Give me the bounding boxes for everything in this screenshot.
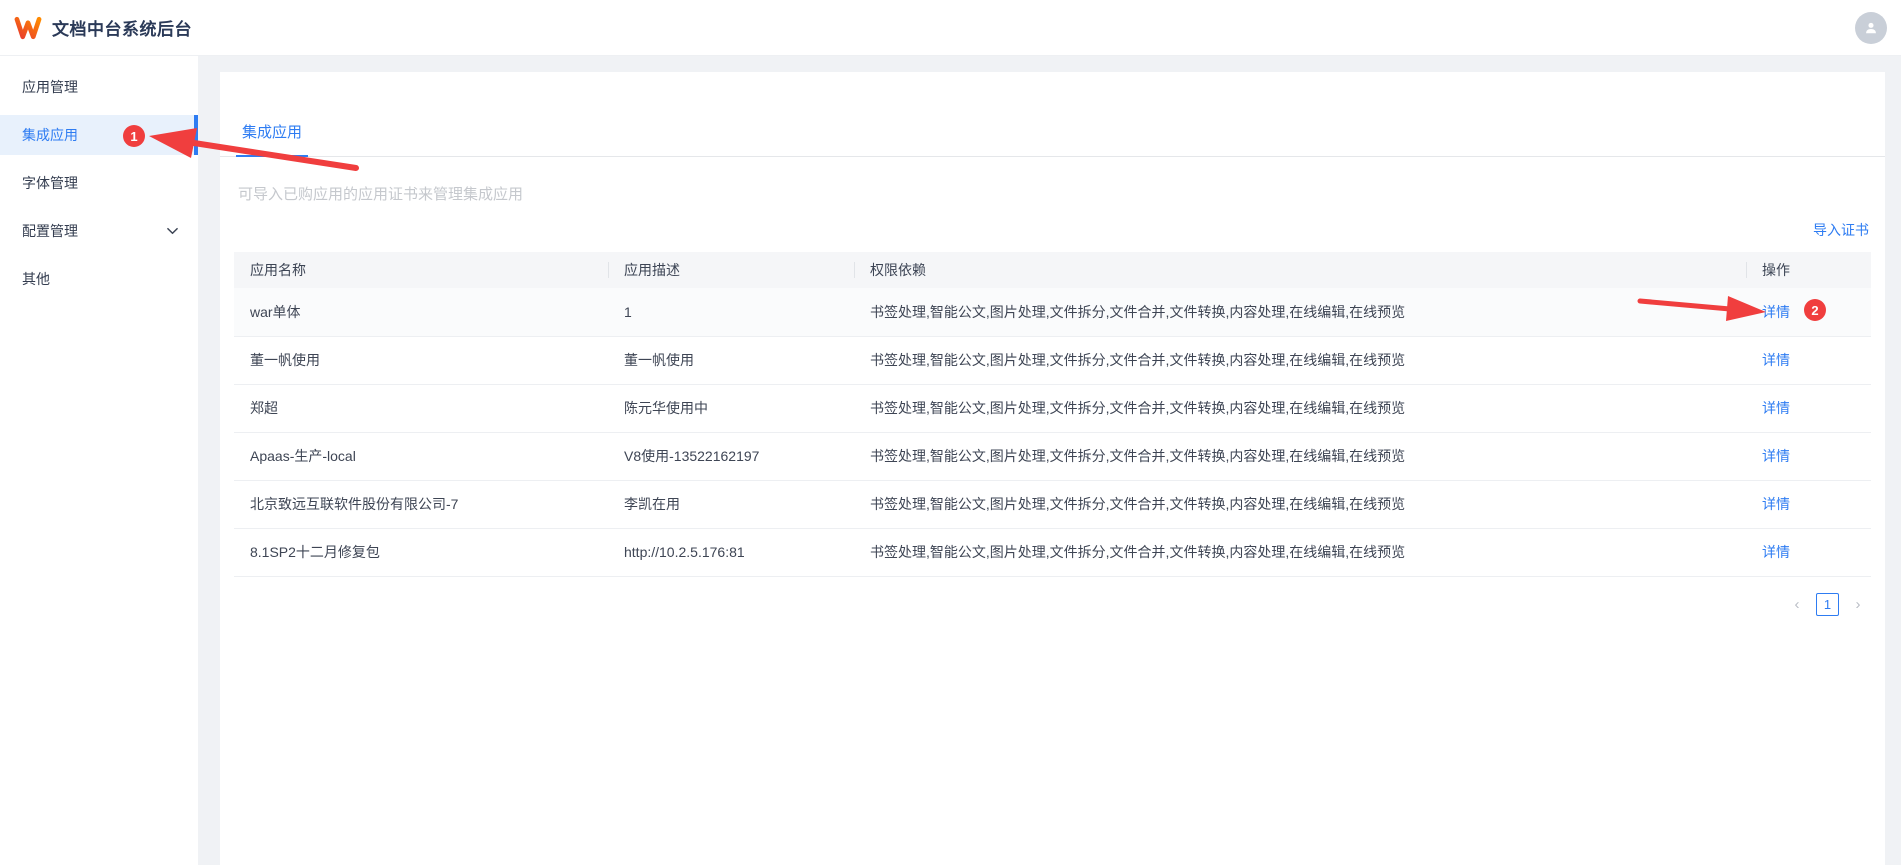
permissions-cell: 书签处理,智能公文,图片处理,文件拆分,文件合并,文件转换,内容处理,在线编辑,…	[854, 336, 1746, 384]
detail-link[interactable]: 详情	[1762, 352, 1790, 368]
permissions-cell: 书签处理,智能公文,图片处理,文件拆分,文件合并,文件转换,内容处理,在线编辑,…	[854, 384, 1746, 432]
column-header-app-name: 应用名称	[234, 252, 608, 288]
prev-page-button[interactable]: ‹	[1786, 593, 1808, 615]
sidebar-item-label: 集成应用	[22, 125, 78, 145]
page-1-button[interactable]: 1	[1816, 593, 1839, 616]
annotation-step-2-badge: 2	[1804, 299, 1826, 321]
w-brand-logo-icon	[14, 14, 42, 42]
import-cert-link[interactable]: 导入证书	[1813, 222, 1869, 238]
detail-link[interactable]: 详情	[1762, 400, 1790, 416]
sidebar-item-4[interactable]: 其他	[0, 259, 198, 299]
sidebar-item-1[interactable]: 集成应用	[0, 115, 198, 155]
sidebar-item-2[interactable]: 字体管理	[0, 163, 198, 203]
app-description-cell: 1	[608, 288, 854, 336]
page-description: 可导入已购应用的应用证书来管理集成应用	[238, 183, 1869, 204]
annotation-step-1-badge: 1	[123, 125, 145, 147]
next-page-button[interactable]: ›	[1847, 593, 1869, 615]
permissions-cell: 书签处理,智能公文,图片处理,文件拆分,文件合并,文件转换,内容处理,在线编辑,…	[854, 432, 1746, 480]
column-header-app-description: 应用描述	[608, 252, 854, 288]
app-title: 文档中台系统后台	[52, 15, 192, 40]
sidebar-item-0[interactable]: 应用管理	[0, 67, 198, 107]
app-name-cell: 董一帆使用	[234, 336, 608, 384]
sidebar: 应用管理 集成应用 字体管理 配置管理 其他	[0, 56, 198, 865]
sidebar-item-label: 字体管理	[22, 173, 78, 193]
detail-link[interactable]: 详情	[1762, 496, 1790, 512]
app-name-cell: Apaas-生产-local	[234, 432, 608, 480]
app-description-cell: 李凯在用	[608, 480, 854, 528]
user-icon	[1862, 19, 1880, 37]
content-panel: 集成应用 可导入已购应用的应用证书来管理集成应用 导入证书 应用名称 应用描述 …	[220, 72, 1885, 865]
sidebar-item-label: 其他	[22, 269, 50, 289]
app-description-cell: http://10.2.5.176:81	[608, 528, 854, 576]
table-row: 郑超 陈元华使用中 书签处理,智能公文,图片处理,文件拆分,文件合并,文件转换,…	[234, 384, 1871, 432]
table-header-row: 应用名称 应用描述 权限依赖 操作	[234, 252, 1871, 288]
tab-integrated-apps[interactable]: 集成应用	[236, 121, 308, 156]
sidebar-item-label: 应用管理	[22, 77, 78, 97]
table-row: 北京致远互联软件股份有限公司-7 李凯在用 书签处理,智能公文,图片处理,文件拆…	[234, 480, 1871, 528]
main-area: 集成应用 可导入已购应用的应用证书来管理集成应用 导入证书 应用名称 应用描述 …	[198, 56, 1901, 865]
tab-bar: 集成应用	[220, 72, 1885, 157]
app-description-cell: 董一帆使用	[608, 336, 854, 384]
app-root: 文档中台系统后台 应用管理 集成应用 字体管理 配置管理	[0, 0, 1901, 865]
app-name-cell: 8.1SP2十二月修复包	[234, 528, 608, 576]
permissions-cell: 书签处理,智能公文,图片处理,文件拆分,文件合并,文件转换,内容处理,在线编辑,…	[854, 288, 1746, 336]
table-row: war单体 1 书签处理,智能公文,图片处理,文件拆分,文件合并,文件转换,内容…	[234, 288, 1871, 336]
table-row: Apaas-生产-local V8使用-13522162197 书签处理,智能公…	[234, 432, 1871, 480]
app-description-cell: 陈元华使用中	[608, 384, 854, 432]
detail-link[interactable]: 详情	[1762, 304, 1790, 320]
pagination: ‹ 1 ›	[220, 593, 1869, 616]
column-header-permissions: 权限依赖	[854, 252, 1746, 288]
app-name-cell: 郑超	[234, 384, 608, 432]
app-description-cell: V8使用-13522162197	[608, 432, 854, 480]
user-avatar[interactable]	[1855, 12, 1887, 44]
detail-link[interactable]: 详情	[1762, 448, 1790, 464]
detail-link[interactable]: 详情	[1762, 544, 1790, 560]
sidebar-item-3[interactable]: 配置管理	[0, 211, 198, 251]
apps-table: 应用名称 应用描述 权限依赖 操作 war单体 1 书签处理,智能公文,图片处理…	[234, 252, 1871, 577]
permissions-cell: 书签处理,智能公文,图片处理,文件拆分,文件合并,文件转换,内容处理,在线编辑,…	[854, 528, 1746, 576]
toolbar: 导入证书	[220, 220, 1869, 240]
sidebar-item-label: 配置管理	[22, 221, 78, 241]
permissions-cell: 书签处理,智能公文,图片处理,文件拆分,文件合并,文件转换,内容处理,在线编辑,…	[854, 480, 1746, 528]
column-header-actions: 操作	[1746, 252, 1871, 288]
table-row: 8.1SP2十二月修复包 http://10.2.5.176:81 书签处理,智…	[234, 528, 1871, 576]
chevron-down-icon	[167, 227, 178, 235]
top-header: 文档中台系统后台	[0, 0, 1901, 56]
table-row: 董一帆使用 董一帆使用 书签处理,智能公文,图片处理,文件拆分,文件合并,文件转…	[234, 336, 1871, 384]
app-name-cell: war单体	[234, 288, 608, 336]
app-name-cell: 北京致远互联软件股份有限公司-7	[234, 480, 608, 528]
